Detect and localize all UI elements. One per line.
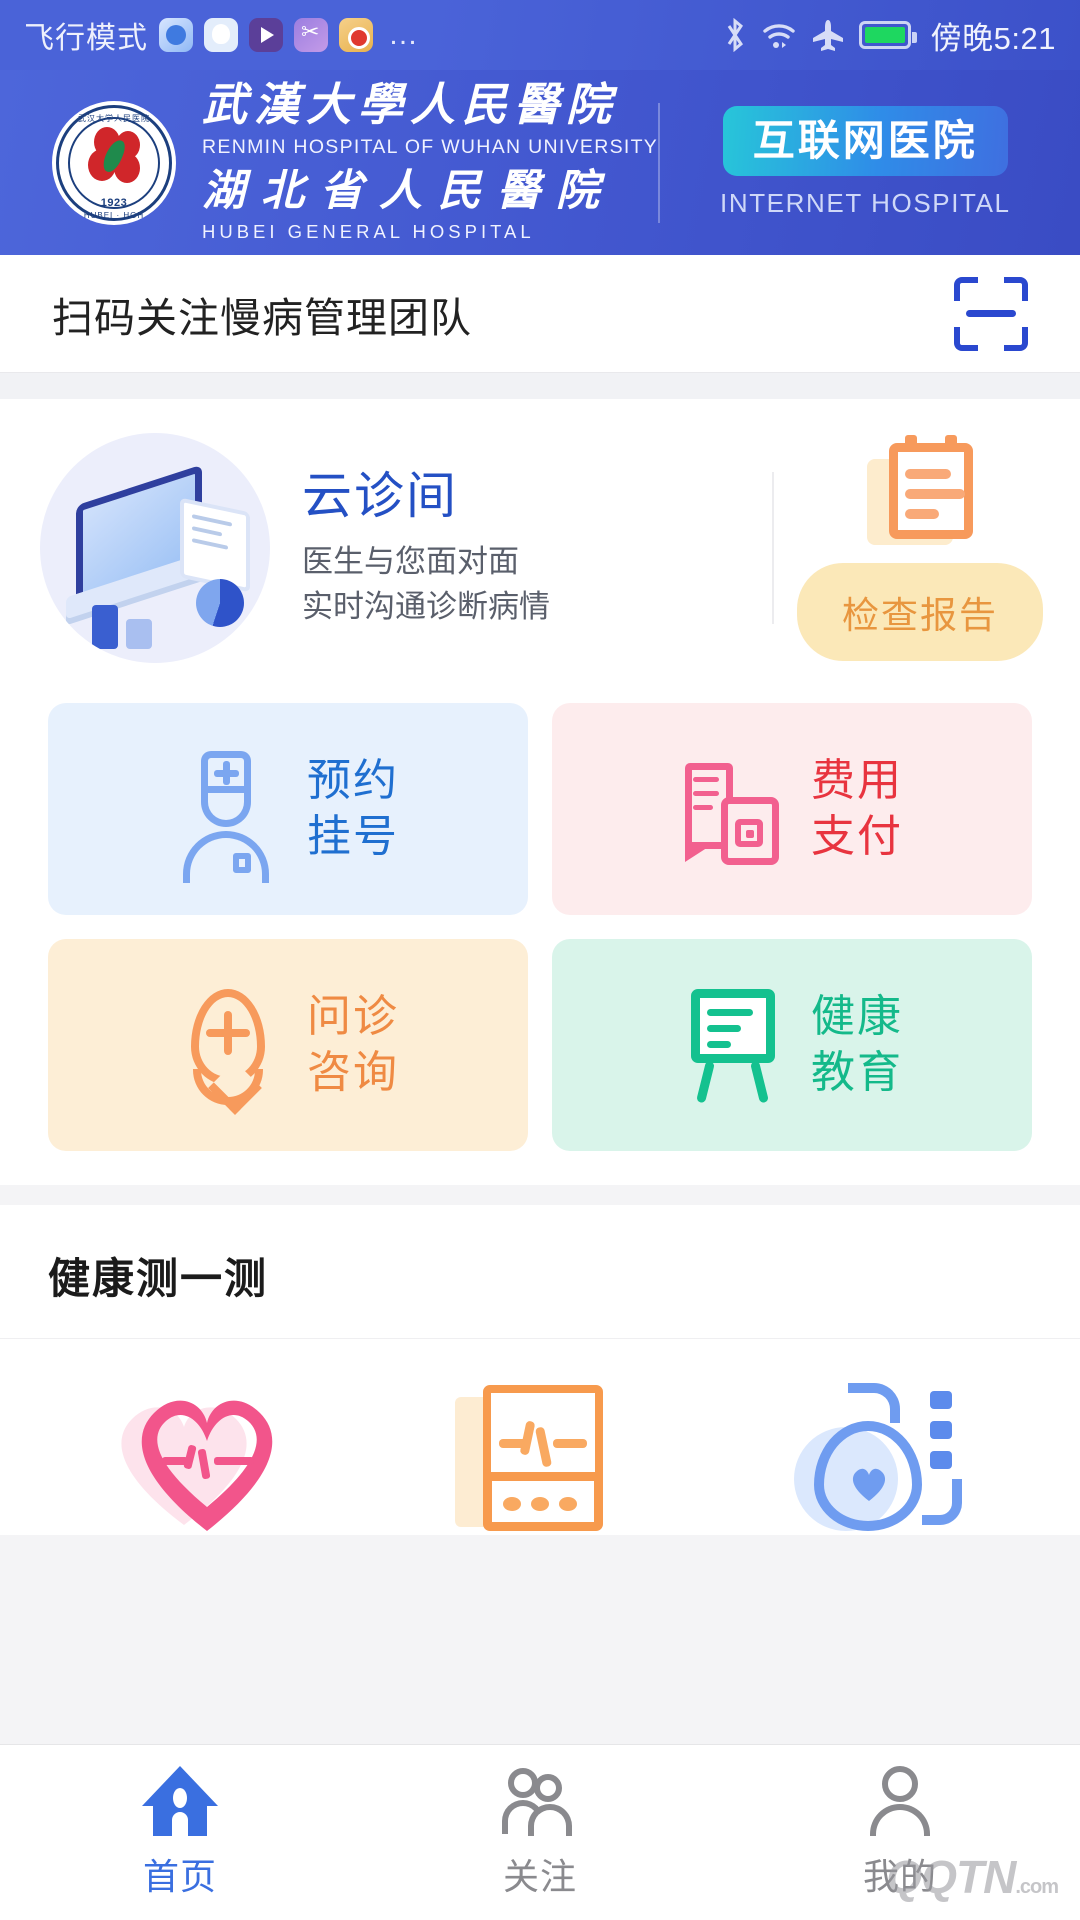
video-player-icon — [249, 18, 283, 52]
nav-item-follow[interactable]: 关注 — [360, 1766, 720, 1900]
status-bar-left: 飞行模式 … — [24, 13, 420, 57]
nav-label-home: 首页 — [142, 1855, 217, 1897]
scan-qr-icon[interactable] — [954, 276, 1028, 351]
health-test-title: 健康测一测 — [0, 1205, 1080, 1339]
hospital-name-en-secondary: HUBEI GENERAL HOSPITAL — [202, 220, 535, 242]
cloud-clinic-title: 云诊间 — [302, 468, 458, 525]
health-test-item-ecg[interactable] — [410, 1383, 670, 1535]
service-label-appointment: 预约 挂号 — [307, 753, 399, 866]
service-label-payment: 费用 支付 — [811, 753, 903, 866]
service-label-line2: 咨询 — [307, 1048, 399, 1097]
health-test-items — [0, 1339, 1080, 1535]
qq-icon — [204, 18, 238, 52]
education-board-icon — [681, 983, 785, 1107]
qq-browser-icon — [159, 18, 193, 52]
cloud-clinic-row: 云诊间 医生与您面对面 实时沟通诊断病情 检查报告 — [0, 399, 1080, 685]
service-label-line1: 健康 — [811, 991, 903, 1041]
app-screen: 飞行模式 … 傍晚5:21 — [0, 0, 1080, 1920]
cloud-clinic-divider — [772, 472, 774, 624]
cloud-clinic-panel: 云诊间 医生与您面对面 实时沟通诊断病情 检查报告 预约 挂号 费用 支付 问诊… — [0, 399, 1080, 1185]
payment-icon — [681, 747, 785, 871]
service-card-appointment[interactable]: 预约 挂号 — [48, 703, 528, 915]
airplane-mode-icon — [812, 20, 843, 51]
airplane-mode-label: 飞行模式 — [24, 22, 148, 55]
crest-year: 1923 — [100, 196, 128, 209]
service-label-line2: 支付 — [811, 812, 903, 861]
consult-pin-icon — [177, 983, 281, 1107]
heart-rate-icon — [110, 1383, 290, 1533]
service-label-education: 健康 教育 — [811, 989, 903, 1102]
nav-label-follow: 关注 — [502, 1855, 577, 1897]
scan-follow-title: 扫码关注慢病管理团队 — [52, 294, 472, 341]
crest-arc-top-text: 武汉大学人民医院 — [78, 113, 150, 123]
service-card-payment[interactable]: 费用 支付 — [552, 703, 1032, 915]
status-bar: 飞行模式 … 傍晚5:21 — [0, 0, 1080, 70]
service-label-line2: 挂号 — [307, 812, 399, 861]
health-test-item-heart[interactable] — [70, 1383, 330, 1533]
hospital-name-block: 武漢大學人民醫院 RENMIN HOSPITAL OF WUHAN UNIVER… — [202, 80, 659, 242]
site-watermark: QQTN.com — [886, 1850, 1059, 1904]
doctor-icon — [177, 747, 281, 883]
battery-charging-icon — [858, 21, 917, 49]
service-card-consultation[interactable]: 问诊 咨询 — [48, 939, 528, 1151]
nav-item-home[interactable]: 首页 — [0, 1765, 360, 1900]
internet-hospital-badge: 互联网医院 INTERNET HOSPITAL — [720, 106, 1011, 219]
health-test-section: 健康测一测 — [0, 1205, 1080, 1535]
hospital-name-en-primary: RENMIN HOSPITAL OF WUHAN UNIVERSITY — [202, 135, 659, 158]
blood-pressure-icon — [790, 1383, 970, 1535]
hospital-crest-logo: 武汉大学人民医院 1923 HUBEI · HGH — [52, 100, 176, 225]
hospital-name-cn-secondary: 湖北省人民醫院 — [202, 167, 615, 215]
inspection-report-block[interactable]: 检查报告 — [782, 435, 1043, 661]
follow-icon — [502, 1766, 578, 1836]
hospital-name-cn-primary: 武漢大學人民醫院 — [202, 80, 619, 131]
weibo-icon — [339, 18, 373, 52]
hospital-brand-header: 武汉大学人民医院 1923 HUBEI · HGH 武漢大學人民醫院 RENMI… — [0, 70, 1080, 255]
service-grid: 预约 挂号 费用 支付 问诊 咨询 健康 教育 — [0, 685, 1080, 1185]
cloud-clinic-subtitle-1: 医生与您面对面 — [302, 544, 519, 580]
ecg-monitor-icon — [455, 1383, 625, 1535]
scan-follow-row[interactable]: 扫码关注慢病管理团队 — [0, 255, 1080, 373]
header-divider — [658, 102, 660, 223]
overflow-dots-icon: … — [388, 18, 420, 51]
clock-time: 傍晚5:21 — [930, 20, 1056, 56]
home-icon — [142, 1765, 218, 1836]
wifi-icon — [762, 24, 795, 48]
internet-hospital-en: INTERNET HOSPITAL — [720, 188, 1011, 218]
bottom-navigation-bar: 首页 关注 我的 QQTN.com — [0, 1744, 1080, 1920]
cloud-clinic-subtitle-2: 实时沟通诊断病情 — [302, 589, 550, 624]
service-label-consultation: 问诊 咨询 — [307, 989, 399, 1102]
internet-hospital-cn: 互联网医院 — [722, 106, 1008, 176]
service-label-line1: 费用 — [811, 755, 903, 805]
clipboard-report-icon — [867, 435, 973, 545]
profile-icon — [862, 1765, 938, 1836]
service-label-line1: 预约 — [307, 755, 399, 805]
service-label-line1: 问诊 — [307, 991, 399, 1041]
crest-arc-bottom-text: HUBEI · HGH — [83, 210, 145, 220]
bluetooth-icon — [727, 18, 743, 52]
service-card-education[interactable]: 健康 教育 — [552, 939, 1032, 1151]
health-test-item-bp[interactable] — [750, 1383, 1010, 1535]
laptop-chart-illustration — [40, 433, 270, 663]
cloud-clinic-text[interactable]: 云诊间 医生与您面对面 实时沟通诊断病情 — [270, 466, 772, 630]
service-label-line2: 教育 — [811, 1048, 903, 1097]
scissors-app-icon — [294, 18, 328, 52]
section-gap — [0, 373, 1080, 399]
watermark-suffix: .com — [1015, 1876, 1059, 1898]
status-bar-right: 傍晚5:21 — [723, 13, 1056, 58]
inspection-report-button[interactable]: 检查报告 — [797, 563, 1043, 661]
watermark-text: QQTN — [886, 1851, 1016, 1903]
